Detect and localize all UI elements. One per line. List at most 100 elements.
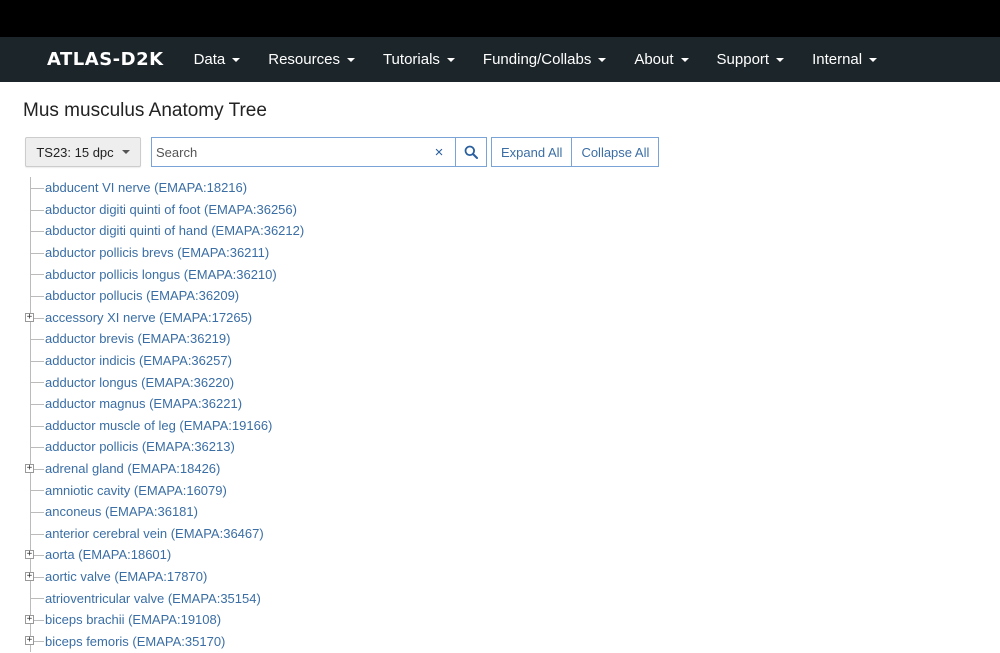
expand-plus-icon[interactable]: + — [25, 636, 34, 646]
nav-item-label: Tutorials — [382, 51, 440, 68]
tree-item[interactable]: + aorta (EMAPA:18601) — [24, 544, 304, 566]
tree-item[interactable]: amniotic cavity (EMAPA:16079) — [24, 479, 304, 501]
tree-branch-line — [30, 360, 44, 362]
tree-item-label[interactable]: anterior cerebral vein (EMAPA:36467) — [45, 526, 264, 541]
tree-item[interactable]: anconeus (EMAPA:36181) — [24, 500, 304, 523]
caret-down-icon — [776, 57, 785, 62]
anatomy-tree: abducent VI nerve (EMAPA:18216) abductor … — [24, 177, 304, 653]
tree-item-label[interactable]: adductor longus (EMAPA:36220) — [45, 375, 234, 390]
search-button[interactable] — [455, 137, 487, 167]
tree-item-label[interactable]: adrenal gland (EMAPA:18426) — [45, 461, 220, 476]
tree-item-label[interactable]: amniotic cavity (EMAPA:16079) — [45, 483, 227, 498]
search-icon — [464, 145, 478, 159]
expand-all-button[interactable]: Expand All — [491, 137, 573, 167]
tree-item[interactable]: adductor brevis (EMAPA:36219) — [24, 328, 304, 350]
search-input[interactable] — [151, 137, 455, 167]
tree-item[interactable]: + adrenal gland (EMAPA:18426) — [24, 457, 304, 480]
tree-item[interactable]: + accessory XI nerve (EMAPA:17265) — [24, 306, 304, 329]
tree-item[interactable]: adductor longus (EMAPA:36220) — [24, 371, 304, 393]
expand-plus-icon[interactable]: + — [25, 614, 34, 624]
tree-item-label[interactable]: anconeus (EMAPA:36181) — [45, 504, 198, 519]
nav-item-about[interactable]: About — [634, 51, 689, 68]
tree-branch-line — [30, 447, 44, 449]
nav-item-resources[interactable]: Resources — [268, 51, 355, 68]
tree-item[interactable]: + biceps femoris (EMAPA:35170) — [24, 630, 304, 653]
nav-item-label: Support — [716, 51, 770, 68]
tree-branch-line — [30, 209, 44, 211]
expand-plus-icon[interactable]: + — [25, 571, 34, 581]
expand-plus-icon[interactable]: + — [25, 463, 34, 473]
tree-item[interactable]: abductor pollucis (EMAPA:36209) — [24, 284, 304, 307]
caret-down-icon — [680, 57, 689, 62]
nav-item-label: Data — [193, 51, 226, 68]
tree-item-label[interactable]: aorta (EMAPA:18601) — [45, 547, 171, 562]
tree-item-label[interactable]: adductor indicis (EMAPA:36257) — [45, 353, 232, 368]
tree-item[interactable]: abductor digiti quinti of hand (EMAPA:36… — [24, 220, 304, 242]
nav-item-funding-collabs[interactable]: Funding/Collabs — [483, 51, 607, 68]
clear-search-icon[interactable]: × — [429, 137, 449, 167]
stage-dropdown[interactable]: TS23: 15 dpc — [25, 137, 141, 167]
tree-branch-line — [30, 295, 44, 297]
nav-item-label: About — [634, 51, 674, 68]
tree-branch-line — [30, 533, 44, 535]
nav-item-support[interactable]: Support — [717, 51, 785, 68]
caret-down-icon — [446, 57, 455, 62]
caret-down-icon — [598, 57, 607, 62]
tree-item-label[interactable]: abductor pollicis brevs (EMAPA:36211) — [45, 245, 269, 260]
tree-branch-line — [30, 274, 44, 276]
collapse-all-button[interactable]: Collapse All — [572, 137, 660, 167]
tree-item-label[interactable]: accessory XI nerve (EMAPA:17265) — [45, 310, 252, 325]
tree-item-label[interactable]: biceps femoris (EMAPA:35170) — [45, 634, 225, 649]
tree-item-label[interactable]: biceps brachii (EMAPA:19108) — [45, 612, 221, 627]
tree-controls: TS23: 15 dpc × Expand All Collapse All — [25, 137, 660, 167]
tree-branch-line — [30, 252, 44, 254]
caret-down-icon — [121, 150, 130, 154]
tree-branch-line — [30, 403, 44, 405]
tree-item-label[interactable]: abductor pollucis (EMAPA:36209) — [45, 288, 239, 303]
tree-branch-line — [30, 382, 44, 384]
expand-plus-icon[interactable]: + — [25, 550, 34, 560]
navbar: ATLAS-D2K Data Resources Tutorials Fundi… — [0, 37, 1000, 82]
tree-item[interactable]: adductor muscle of leg (EMAPA:19166) — [24, 414, 304, 437]
caret-down-icon — [232, 57, 241, 62]
nav-menu: Data Resources Tutorials Funding/Collabs… — [180, 51, 892, 68]
nav-item-internal[interactable]: Internal — [812, 51, 878, 68]
tree-item[interactable]: adductor indicis (EMAPA:36257) — [24, 349, 304, 372]
expand-collapse-group: Expand All Collapse All — [491, 137, 660, 167]
caret-down-icon — [869, 57, 878, 62]
caret-down-icon — [346, 57, 355, 62]
nav-item-tutorials[interactable]: Tutorials — [383, 51, 455, 68]
tree-branch-line — [30, 598, 44, 600]
tree-item-label[interactable]: aortic valve (EMAPA:17870) — [45, 569, 207, 584]
tree-item-label[interactable]: adductor magnus (EMAPA:36221) — [45, 396, 242, 411]
tree-item-label[interactable]: abductor digiti quinti of hand (EMAPA:36… — [45, 223, 304, 238]
nav-item-data[interactable]: Data — [194, 51, 241, 68]
tree-item[interactable]: + biceps brachii (EMAPA:19108) — [24, 608, 304, 631]
tree-item[interactable]: abductor digiti quinti of foot (EMAPA:36… — [24, 198, 304, 221]
tree-item[interactable]: adductor magnus (EMAPA:36221) — [24, 392, 304, 415]
tree-item[interactable]: anterior cerebral vein (EMAPA:36467) — [24, 522, 304, 545]
search-group: × — [151, 137, 487, 167]
tree-item-label[interactable]: abducent VI nerve (EMAPA:18216) — [45, 180, 247, 195]
page-title: Mus musculus Anatomy Tree — [23, 100, 267, 121]
tree-item[interactable]: + aortic valve (EMAPA:17870) — [24, 565, 304, 588]
top-black-bar — [0, 0, 1000, 37]
tree-item[interactable]: adductor pollicis (EMAPA:36213) — [24, 436, 304, 458]
tree-item-label[interactable]: adductor pollicis (EMAPA:36213) — [45, 439, 235, 454]
tree-item-label[interactable]: adductor muscle of leg (EMAPA:19166) — [45, 418, 272, 433]
tree-branch-line — [30, 425, 44, 427]
tree-branch-line — [30, 339, 44, 341]
tree-item-label[interactable]: abductor digiti quinti of foot (EMAPA:36… — [45, 202, 297, 217]
tree-item-label[interactable]: adductor brevis (EMAPA:36219) — [45, 331, 230, 346]
expand-plus-icon[interactable]: + — [25, 312, 34, 322]
tree-item[interactable]: abducent VI nerve (EMAPA:18216) — [24, 177, 304, 199]
brand-logo[interactable]: ATLAS-D2K — [47, 49, 164, 70]
nav-item-label: Resources — [268, 51, 340, 68]
tree-item-label[interactable]: abductor pollicis longus (EMAPA:36210) — [45, 267, 277, 282]
stage-dropdown-label: TS23: 15 dpc — [36, 144, 114, 160]
tree-item[interactable]: atrioventricular valve (EMAPA:35154) — [24, 587, 304, 609]
tree-item[interactable]: abductor pollicis brevs (EMAPA:36211) — [24, 241, 304, 264]
tree-item[interactable]: abductor pollicis longus (EMAPA:36210) — [24, 263, 304, 285]
nav-item-label: Internal — [812, 51, 863, 68]
tree-item-label[interactable]: atrioventricular valve (EMAPA:35154) — [45, 591, 261, 606]
